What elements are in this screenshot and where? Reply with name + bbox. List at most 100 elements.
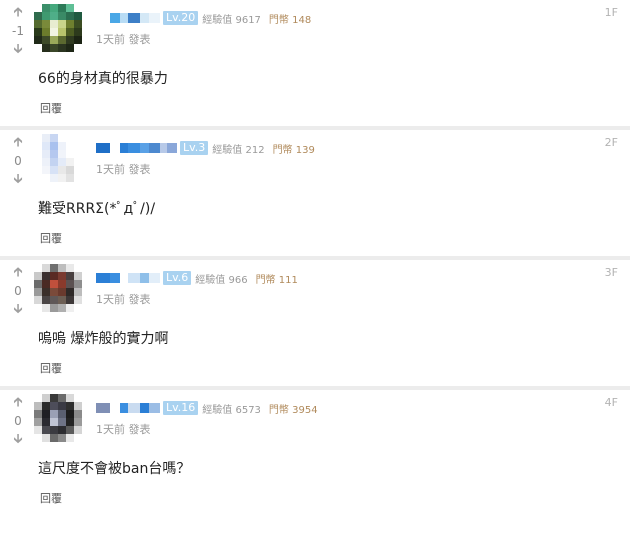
avatar-pixel [66, 174, 74, 182]
avatar-pixel [58, 142, 66, 150]
avatar-pixel [66, 264, 74, 272]
avatar-pixel [66, 394, 74, 402]
avatar-pixel [42, 142, 50, 150]
comment: 🡱 0 🡳 Lv.3 經驗值 212 門幣 139 1天前 發表 2F 難受RR… [0, 130, 630, 256]
avatar-pixel [58, 418, 66, 426]
avatar-pixel [34, 12, 42, 20]
vote-controls: 🡱 0 🡳 [8, 136, 28, 186]
avatar-pixel [50, 426, 58, 434]
coin-info: 門幣 3954 [268, 404, 318, 416]
level-badge: Lv.3 [180, 141, 209, 155]
post-time: 1天前 發表 [96, 293, 151, 306]
username-block [128, 143, 140, 153]
floor-number: 3F [604, 266, 618, 279]
avatar-pixel [34, 296, 42, 304]
username[interactable] [96, 403, 160, 413]
downvote-arrow-icon[interactable]: 🡳 [13, 43, 22, 56]
vote-score: -1 [12, 24, 24, 38]
downvote-arrow-icon[interactable]: 🡳 [13, 303, 22, 316]
avatar-pixel [74, 410, 82, 418]
avatar-pixel [42, 394, 50, 402]
avatar-pixel [50, 394, 58, 402]
avatar-pixel [50, 410, 58, 418]
avatar[interactable] [34, 4, 82, 52]
avatar-pixel [58, 402, 66, 410]
avatar-pixel [66, 280, 74, 288]
username-block [140, 403, 149, 413]
avatar-pixel [66, 426, 74, 434]
upvote-arrow-icon[interactable]: 🡱 [13, 6, 22, 19]
avatar-pixel [74, 36, 82, 44]
comment-meta: Lv.3 經驗值 212 門幣 139 1天前 發表 [96, 140, 315, 177]
avatar[interactable] [34, 394, 82, 442]
avatar-pixel [34, 44, 42, 52]
username-block [160, 143, 167, 153]
upvote-arrow-icon[interactable]: 🡱 [13, 266, 22, 279]
username[interactable] [96, 143, 177, 153]
avatar-pixel [66, 142, 74, 150]
avatar-pixel [58, 174, 66, 182]
avatar-pixel [42, 296, 50, 304]
avatar-pixel [42, 280, 50, 288]
avatar-pixel [66, 28, 74, 36]
comment: 🡱 0 🡳 Lv.6 經驗值 966 門幣 111 1天前 發表 3F 嗚嗚 爆… [0, 260, 630, 386]
avatar-pixel [66, 304, 74, 312]
avatar-pixel [58, 264, 66, 272]
upvote-arrow-icon[interactable]: 🡱 [13, 136, 22, 149]
avatar-pixel [34, 4, 42, 12]
avatar-pixel [50, 150, 58, 158]
avatar-pixel [50, 36, 58, 44]
avatar-pixel [74, 142, 82, 150]
vote-score: 0 [14, 284, 22, 298]
username-block [128, 403, 140, 413]
avatar-pixel [34, 402, 42, 410]
username-block [140, 273, 149, 283]
upvote-arrow-icon[interactable]: 🡱 [13, 396, 22, 409]
username[interactable] [96, 13, 160, 23]
reply-button[interactable]: 回覆 [40, 230, 62, 246]
avatar-pixel [50, 264, 58, 272]
avatar-pixel [42, 434, 50, 442]
avatar-pixel [42, 28, 50, 36]
avatar[interactable] [34, 134, 82, 182]
avatar-pixel [74, 150, 82, 158]
downvote-arrow-icon[interactable]: 🡳 [13, 173, 22, 186]
username-block [149, 273, 160, 283]
avatar-pixel [42, 150, 50, 158]
reply-button[interactable]: 回覆 [40, 490, 62, 506]
avatar-pixel [42, 158, 50, 166]
avatar-pixel [50, 174, 58, 182]
avatar-pixel [42, 166, 50, 174]
avatar-pixel [58, 134, 66, 142]
reply-button[interactable]: 回覆 [40, 360, 62, 376]
vote-controls: 🡱 -1 🡳 [8, 6, 28, 56]
avatar[interactable] [34, 264, 82, 312]
avatar-pixel [74, 4, 82, 12]
avatar-pixel [74, 402, 82, 410]
avatar-pixel [50, 44, 58, 52]
avatar-pixel [74, 28, 82, 36]
avatar-pixel [42, 44, 50, 52]
avatar-pixel [50, 418, 58, 426]
username-block [110, 403, 120, 413]
level-badge: Lv.6 [163, 271, 192, 285]
username-block [120, 403, 128, 413]
username[interactable] [96, 273, 160, 283]
level-badge: Lv.20 [163, 11, 199, 25]
avatar-pixel [74, 134, 82, 142]
avatar-pixel [34, 134, 42, 142]
reply-button[interactable]: 回覆 [40, 100, 62, 116]
downvote-arrow-icon[interactable]: 🡳 [13, 433, 22, 446]
avatar-pixel [50, 296, 58, 304]
avatar-pixel [50, 12, 58, 20]
avatar-pixel [42, 20, 50, 28]
coin-info: 門幣 148 [268, 14, 312, 26]
avatar-pixel [66, 272, 74, 280]
avatar-pixel [74, 44, 82, 52]
avatar-pixel [58, 280, 66, 288]
avatar-pixel [74, 394, 82, 402]
avatar-pixel [34, 272, 42, 280]
avatar-pixel [42, 134, 50, 142]
floor-number: 1F [604, 6, 618, 19]
avatar-pixel [42, 4, 50, 12]
